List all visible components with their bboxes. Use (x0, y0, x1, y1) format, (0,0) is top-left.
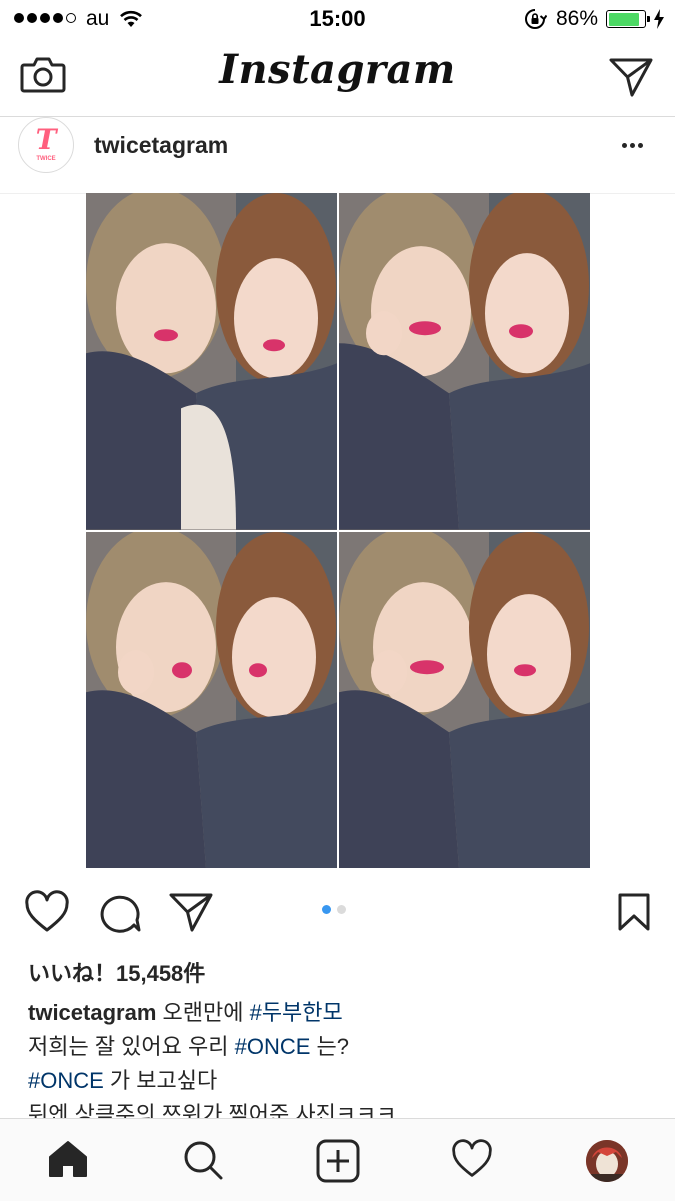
post-photo[interactable] (86, 193, 590, 868)
more-options-icon[interactable] (622, 143, 643, 148)
post-header: T TWICE twicetagram (0, 117, 675, 194)
photo-collage-panel (339, 531, 590, 868)
share-icon[interactable] (168, 890, 214, 939)
caption-line: twicetagram 오랜만에 #두부한모 (28, 996, 648, 1030)
direct-message-icon[interactable] (608, 56, 654, 103)
post-username[interactable]: twicetagram (94, 132, 228, 159)
post-actions (0, 880, 675, 944)
caption-text: 오랜만에 (156, 1000, 250, 1025)
battery-percent: 86% (556, 7, 599, 30)
twice-logo-subtext: TWICE (36, 156, 56, 162)
carousel-indicator (322, 905, 346, 914)
home-icon[interactable] (47, 1139, 89, 1184)
hashtag-link[interactable]: #ONCE (235, 1034, 311, 1059)
caption-username[interactable]: twicetagram (28, 1000, 156, 1025)
charging-bolt-icon (653, 9, 665, 34)
carousel-dot (337, 905, 346, 914)
caption-text: 가 보고싶다 (103, 1068, 218, 1093)
status-bar: au 15:00 86% (0, 0, 675, 36)
heart-icon[interactable] (24, 890, 70, 939)
caption-text: 저희는 잘 있어요 우리 (28, 1034, 235, 1059)
caption-line: 저희는 잘 있어요 우리 #ONCE 는? (28, 1030, 648, 1064)
likes-count[interactable]: いいね！15,458件 (28, 956, 205, 988)
profile-avatar[interactable] (586, 1140, 628, 1182)
comment-icon[interactable] (98, 890, 144, 939)
instagram-logo: Instagram (219, 46, 456, 93)
post-caption: twicetagram 오랜만에 #두부한모 저희는 잘 있어요 우리 #ONCE… (28, 996, 648, 1132)
activity-heart-icon[interactable] (451, 1139, 493, 1184)
photo-collage-panel (86, 193, 337, 530)
caption-text: 는? (310, 1034, 350, 1059)
caption-line: #ONCE 가 보고싶다 (28, 1064, 648, 1098)
user-avatar[interactable]: T TWICE (18, 117, 74, 173)
hashtag-link[interactable]: #두부한모 (250, 1000, 343, 1025)
bottom-tab-bar (0, 1118, 675, 1201)
twice-logo-icon: T (35, 123, 57, 156)
photo-collage-panel (86, 531, 337, 868)
top-nav-bar: Instagram (0, 36, 675, 117)
carousel-dot (322, 905, 331, 914)
photo-collage-panel (339, 193, 590, 530)
bookmark-icon[interactable] (617, 892, 651, 937)
hashtag-link[interactable]: #ONCE (28, 1068, 104, 1093)
search-icon[interactable] (182, 1139, 224, 1186)
add-post-icon[interactable] (316, 1139, 360, 1188)
battery-icon (606, 10, 650, 28)
orientation-lock-icon (523, 8, 548, 35)
